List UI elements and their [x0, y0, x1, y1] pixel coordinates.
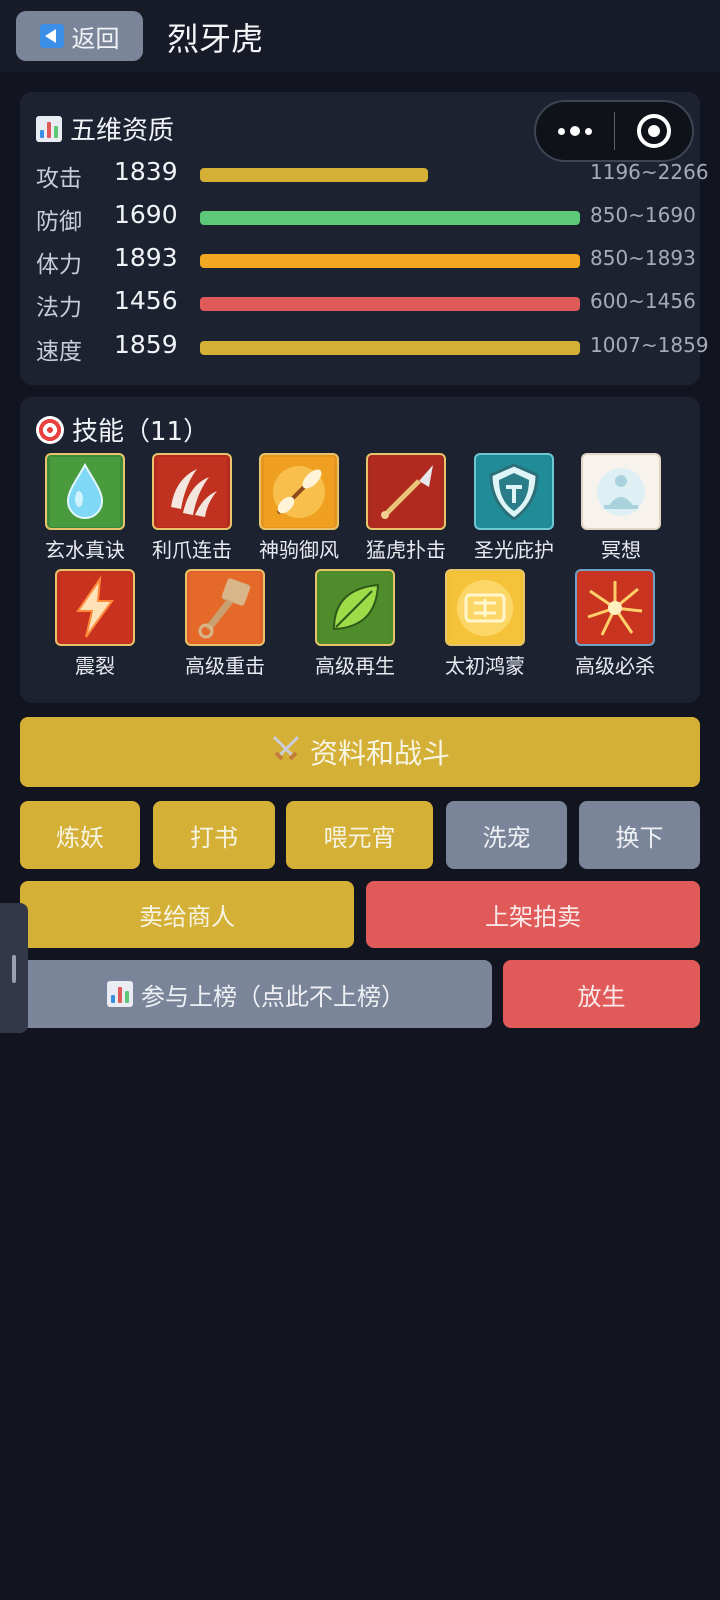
- stats-title-text: 五维资质: [70, 116, 175, 146]
- stat-track: [200, 254, 580, 268]
- back-button[interactable]: 返回: [16, 11, 143, 61]
- stat-row-defense: 防御 1690 850~1690: [36, 197, 696, 237]
- stat-row-attack: 攻击 1839 1196~2266: [36, 154, 709, 194]
- top-bar: 返回 烈牙虎: [0, 0, 720, 72]
- stat-label: 攻击: [36, 166, 82, 192]
- wash-button[interactable]: 洗宠: [446, 801, 567, 869]
- skill-label: 太初鸿蒙: [445, 654, 525, 678]
- feed-button[interactable]: 喂元宵: [286, 801, 433, 869]
- stat-label: 体力: [36, 252, 82, 278]
- stat-bar: [200, 297, 580, 311]
- sell-to-merchant-button[interactable]: 卖给商人: [20, 881, 354, 948]
- stat-track: [200, 341, 580, 355]
- stat-track: [200, 168, 580, 182]
- refine-button[interactable]: 炼妖: [20, 801, 140, 869]
- stat-range: 1196~2266: [590, 160, 709, 184]
- stat-label: 法力: [36, 295, 82, 321]
- stat-bar: [200, 254, 580, 268]
- battle-label: 资料和战斗: [309, 737, 450, 770]
- lightning-icon: [55, 569, 135, 646]
- stat-range: 850~1893: [590, 246, 696, 270]
- skill-item[interactable]: 利爪连击: [137, 453, 247, 563]
- feather-wind-icon: [259, 453, 339, 530]
- fortune-icon: [445, 569, 525, 646]
- stats-card-title: 五维资质: [36, 110, 174, 147]
- skill-item[interactable]: 高级重击: [170, 569, 280, 679]
- stat-track: [200, 297, 580, 311]
- book-button[interactable]: 打书: [153, 801, 275, 869]
- spear-icon: [366, 453, 446, 530]
- stat-range: 1007~1859: [590, 333, 709, 357]
- stat-row-stamina: 体力 1893 850~1893: [36, 240, 696, 280]
- back-arrow-icon: [39, 24, 64, 48]
- stat-track: [200, 211, 580, 225]
- skill-label: 高级再生: [315, 654, 395, 678]
- stat-range: 600~1456: [590, 289, 696, 313]
- skill-label: 高级必杀: [575, 654, 655, 678]
- bar-chart-icon: [36, 115, 62, 142]
- leaf-icon: [315, 569, 395, 646]
- skill-label: 利爪连击: [152, 538, 232, 562]
- stat-label: 速度: [36, 339, 82, 365]
- skill-item[interactable]: 冥想: [566, 453, 676, 563]
- skill-label: 神驹御风: [259, 538, 339, 562]
- stat-label: 防御: [36, 209, 82, 235]
- crossed-swords-icon: [270, 733, 302, 772]
- stat-range: 850~1690: [590, 203, 696, 227]
- stat-value: 1893: [114, 243, 178, 272]
- ranking-label: 参与上榜（点此不上榜）: [141, 982, 405, 1011]
- profile-battle-button[interactable]: 资料和战斗: [20, 717, 700, 787]
- back-label: 返回: [71, 24, 120, 53]
- stat-row-mana: 法力 1456 600~1456: [36, 283, 696, 323]
- stat-value: 1859: [114, 330, 178, 359]
- water-drop-icon: [45, 453, 125, 530]
- skill-item[interactable]: 猛虎扑击: [351, 453, 461, 563]
- swap-button[interactable]: 换下: [579, 801, 700, 869]
- skill-label: 猛虎扑击: [366, 538, 446, 562]
- skills-title-text: 技能（11）: [72, 417, 210, 447]
- release-button[interactable]: 放生: [503, 960, 700, 1028]
- side-drawer-handle[interactable]: [0, 903, 28, 1033]
- stat-value: 1690: [114, 200, 178, 229]
- skill-item[interactable]: 玄水真诀: [30, 453, 140, 563]
- shield-icon: [474, 453, 554, 530]
- skill-label: 震裂: [75, 654, 115, 678]
- stat-bar: [200, 211, 580, 225]
- auction-list-button[interactable]: 上架拍卖: [366, 881, 700, 948]
- skill-item[interactable]: 神驹御风: [244, 453, 354, 563]
- mini-program-capsule: [534, 100, 694, 162]
- claw-icon: [152, 453, 232, 530]
- close-mini-program-icon[interactable]: [615, 102, 692, 160]
- skill-label: 圣光庇护: [474, 538, 554, 562]
- more-options-icon[interactable]: [536, 102, 614, 160]
- stat-row-speed: 速度 1859 1007~1859: [36, 327, 709, 367]
- stat-value: 1839: [114, 157, 178, 186]
- burst-icon: [575, 569, 655, 646]
- skill-item[interactable]: 圣光庇护: [459, 453, 569, 563]
- stat-value: 1456: [114, 286, 178, 315]
- skill-item[interactable]: 震裂: [40, 569, 150, 679]
- target-icon: [36, 415, 64, 444]
- skills-card: 技能（11） 玄水真诀 利爪连击 神驹御风 猛虎扑击 圣光庇护 冥想 震裂 高级…: [20, 397, 700, 703]
- skill-item[interactable]: 高级再生: [300, 569, 410, 679]
- page-title: 烈牙虎: [167, 20, 264, 58]
- skill-item[interactable]: 太初鸿蒙: [430, 569, 540, 679]
- hammer-icon: [185, 569, 265, 646]
- skill-label: 玄水真诀: [45, 538, 125, 562]
- meditation-icon: [581, 453, 661, 530]
- skills-card-title: 技能（11）: [36, 411, 209, 448]
- skill-item[interactable]: 高级必杀: [560, 569, 670, 679]
- ranking-button[interactable]: 参与上榜（点此不上榜）: [20, 960, 492, 1028]
- skill-label: 冥想: [601, 538, 641, 562]
- stats-card: 五维资质 攻击 1839 1196~2266 防御 1690 850~1690 …: [20, 92, 709, 385]
- stat-bar: [200, 168, 428, 182]
- stat-bar: [200, 341, 580, 355]
- skill-label: 高级重击: [185, 654, 265, 678]
- bar-chart-icon: [107, 981, 133, 1007]
